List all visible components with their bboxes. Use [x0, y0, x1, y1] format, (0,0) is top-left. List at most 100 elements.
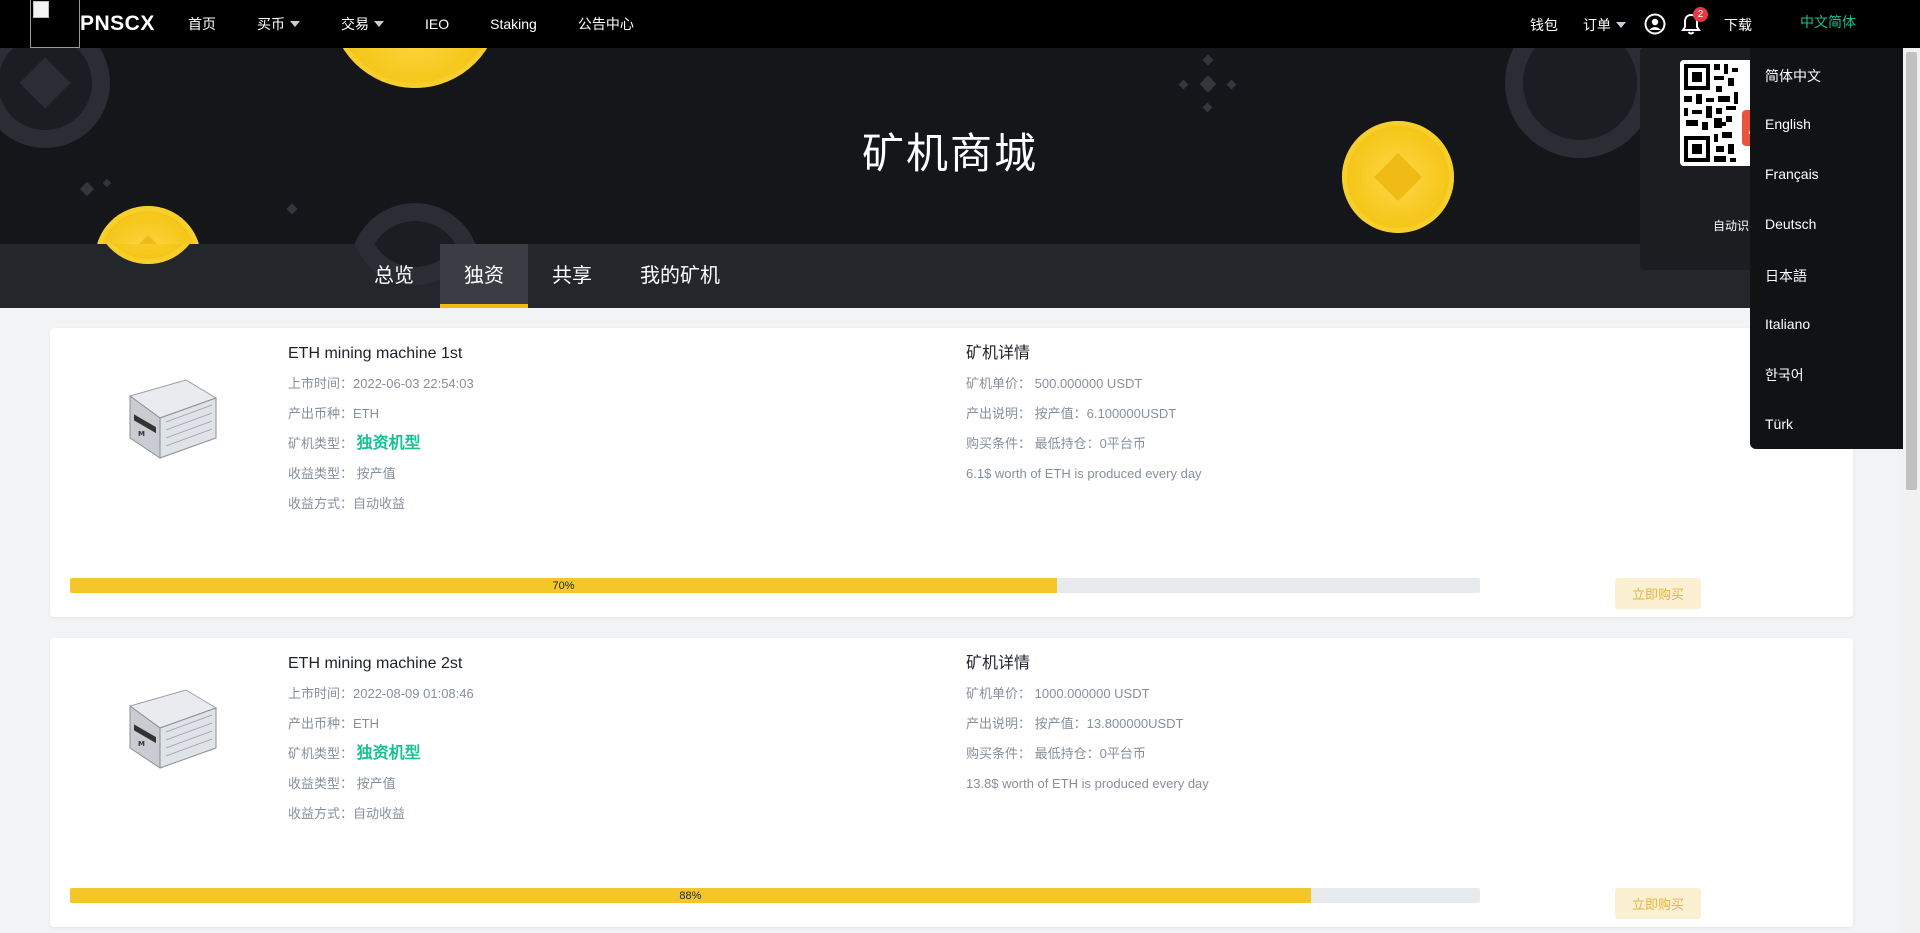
output-row: 产出说明： 按产值：13.800000USDT [966, 714, 1209, 734]
lang-option-zh[interactable]: 简体中文 [1765, 66, 1821, 86]
svg-text:M: M [138, 430, 145, 438]
condition-label: 购买条件： [966, 746, 1032, 761]
progress-percent: 70% [552, 579, 575, 592]
machine-type-row: 矿机类型： 独资机型 [288, 434, 474, 454]
qr-code-icon[interactable] [1680, 60, 1760, 166]
machine-name: ETH mining machine 1st [288, 345, 463, 362]
tab-my-miners[interactable]: 我的矿机 [622, 244, 738, 308]
nav-home[interactable]: 首页 [188, 14, 216, 34]
nav-buy-coin[interactable]: 买币 [257, 14, 300, 34]
main-nav: 首页 买币 交易 IEO Staking 公告中心 [188, 0, 675, 48]
machine-basic-info: ETH mining machine 2st 上市时间：2022-08-09 0… [288, 654, 474, 834]
bell-icon[interactable]: 2 [1681, 7, 1708, 35]
nav-staking-label: Staking [490, 16, 537, 32]
buy-now-button[interactable]: 立即购买 [1615, 578, 1701, 609]
lang-option-ko[interactable]: 한국어 [1765, 365, 1804, 385]
nav-trade[interactable]: 交易 [341, 14, 384, 34]
user-icon[interactable] [1644, 13, 1666, 35]
lang-option-de[interactable]: Deutsch [1765, 216, 1816, 232]
top-navbar: PNSCX 首页 买币 交易 IEO Staking 公告中心 钱包 订单 2 … [0, 0, 1920, 48]
details-title: 矿机详情 [966, 345, 1031, 362]
output-value: 按产值：13.800000USDT [1034, 716, 1184, 731]
lang-option-tr[interactable]: Türk [1765, 416, 1793, 432]
miner-image: M [128, 379, 218, 459]
coin-value: ETH [353, 406, 380, 421]
condition-row: 购买条件： 最低持仓：0平台币 [966, 744, 1209, 764]
listed-time-row: 上市时间：2022-06-03 22:54:03 [288, 374, 474, 394]
sales-progress-bar: 70% [70, 578, 1480, 593]
income-type-value: 按产值 [356, 466, 396, 481]
machine-type-value: 独资机型 [356, 745, 421, 762]
price-row: 矿机单价： 1000.000000 USDT [966, 684, 1209, 704]
chevron-down-icon [374, 21, 384, 27]
brand-name[interactable]: PNSCX [80, 12, 155, 36]
decor-sparkle [1178, 79, 1189, 90]
lang-option-it[interactable]: Italiano [1765, 316, 1810, 332]
language-switcher[interactable]: 中文简体 [1800, 12, 1856, 32]
condition-value: 最低持仓：0平台币 [1034, 436, 1146, 451]
buy-now-button[interactable]: 立即购买 [1615, 888, 1701, 919]
listed-time-label: 上市时间： [288, 376, 354, 391]
income-method-value: 自动收益 [353, 806, 406, 821]
page-scrollbar[interactable] [1903, 48, 1920, 933]
notification-badge: 2 [1693, 7, 1708, 22]
nav-staking[interactable]: Staking [490, 16, 537, 32]
machine-details: 矿机详情 矿机单价： 1000.000000 USDT 产出说明： 按产值：13… [966, 654, 1209, 804]
income-type-label: 收益类型： [288, 466, 354, 481]
coin-label: 产出币种： [288, 716, 354, 731]
miner-image: M [128, 689, 218, 769]
machine-type-value: 独资机型 [356, 435, 421, 452]
income-type-row: 收益类型： 按产值 [288, 464, 474, 484]
coin-row: 产出币种：ETH [288, 404, 474, 424]
nav-orders-label: 订单 [1583, 17, 1611, 33]
listed-time-label: 上市时间： [288, 686, 354, 701]
income-method-label: 收益方式： [288, 806, 354, 821]
details-title: 矿机详情 [966, 655, 1031, 672]
tab-sole[interactable]: 独资 [440, 244, 528, 308]
condition-label: 购买条件： [966, 436, 1032, 451]
lang-option-ja[interactable]: 日本語 [1765, 266, 1807, 286]
tab-overview[interactable]: 总览 [352, 244, 436, 308]
income-method-value: 自动收益 [353, 496, 406, 511]
mining-tabs: 总览 独资 共享 我的矿机 [0, 244, 1920, 308]
price-value: 500.000000 USDT [1034, 376, 1143, 391]
chevron-down-icon [1616, 22, 1626, 28]
output-value: 按产值：6.100000USDT [1034, 406, 1177, 421]
price-label: 矿机单价： [966, 686, 1032, 701]
language-menu: 简体中文 English Français Deutsch 日本語 Italia… [1750, 48, 1910, 449]
nav-ieo[interactable]: IEO [425, 16, 449, 32]
coin-row: 产出币种：ETH [288, 714, 474, 734]
decor-sparkle [1202, 54, 1214, 66]
income-type-value: 按产值 [356, 776, 396, 791]
machine-description: 13.8$ worth of ETH is produced every day [966, 776, 1209, 791]
tab-shared[interactable]: 共享 [528, 244, 616, 308]
decor-sparkle [286, 203, 298, 215]
machine-details: 矿机详情 矿机单价： 500.000000 USDT 产出说明： 按产值：6.1… [966, 344, 1202, 494]
nav-wallet[interactable]: 钱包 [1530, 15, 1558, 35]
nav-announcements-label: 公告中心 [577, 16, 634, 32]
chevron-down-icon [290, 21, 300, 27]
nav-announcements[interactable]: 公告中心 [578, 14, 634, 34]
output-row: 产出说明： 按产值：6.100000USDT [966, 404, 1202, 424]
scrollbar-thumb[interactable] [1906, 52, 1917, 490]
condition-value: 最低持仓：0平台币 [1034, 746, 1146, 761]
nav-ieo-label: IEO [425, 16, 450, 32]
logo-image[interactable] [30, 0, 80, 48]
decor-sparkle [1226, 79, 1237, 90]
nav-download[interactable]: 下载 [1724, 15, 1752, 35]
condition-row: 购买条件： 最低持仓：0平台币 [966, 434, 1202, 454]
progress-percent: 88% [679, 889, 702, 902]
lang-option-fr[interactable]: Français [1765, 166, 1819, 182]
machine-basic-info: ETH mining machine 1st 上市时间：2022-06-03 2… [288, 344, 474, 524]
svg-text:M: M [138, 740, 145, 748]
decor-coin-gold [95, 244, 201, 264]
nav-buy-coin-label: 买币 [257, 16, 285, 32]
price-row: 矿机单价： 500.000000 USDT [966, 374, 1202, 394]
lang-option-en[interactable]: English [1765, 116, 1811, 132]
progress-fill: 88% [70, 888, 1311, 903]
listed-time-row: 上市时间：2022-08-09 01:08:46 [288, 684, 474, 704]
coin-value: ETH [353, 716, 380, 731]
income-method-row: 收益方式：自动收益 [288, 804, 474, 824]
nav-orders[interactable]: 订单 [1583, 15, 1626, 35]
download-qr-panel: 自动识 [1640, 48, 1760, 270]
